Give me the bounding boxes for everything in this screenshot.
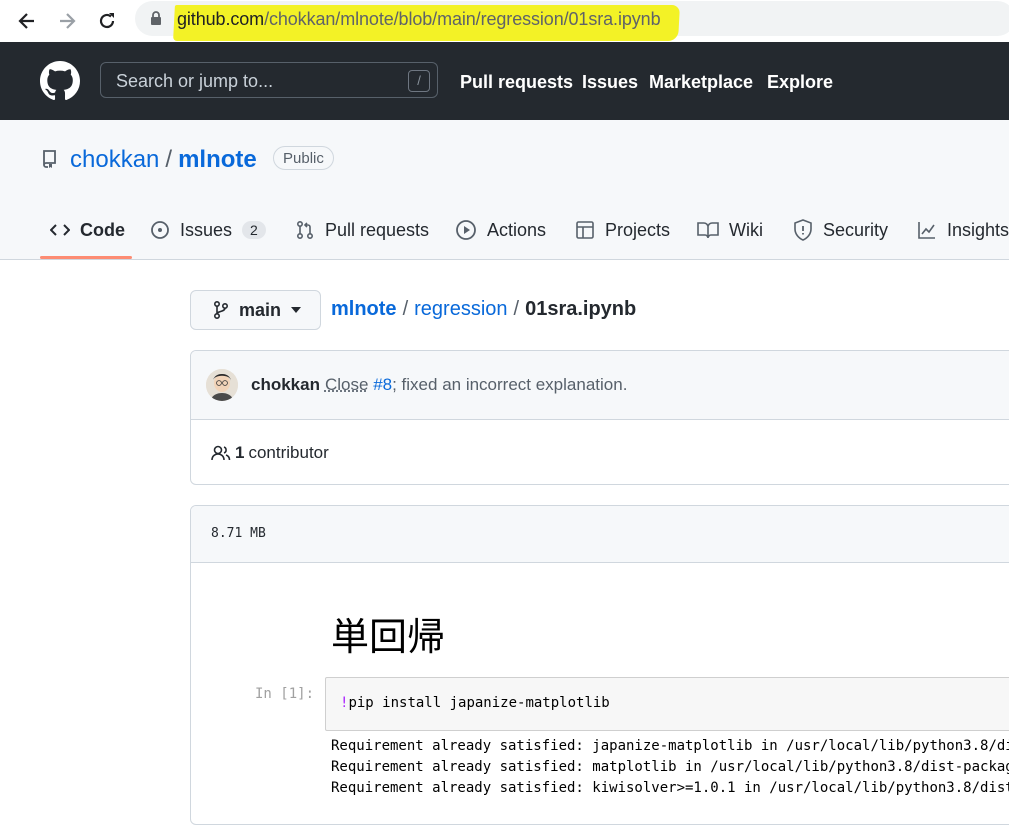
url-domain: github.com <box>177 9 264 29</box>
commit-message: chokkan Close #8; fixed an incorrect expl… <box>251 375 627 395</box>
commit-header: chokkan Close #8; fixed an incorrect expl… <box>191 351 1009 420</box>
tab-security-label: Security <box>823 220 888 241</box>
nav-pull-requests[interactable]: Pull requests <box>460 72 573 93</box>
github-header: Search or jump to... / Pull requests Iss… <box>0 42 1009 120</box>
tab-insights-label: Insights <box>947 220 1009 241</box>
nav-explore[interactable]: Explore <box>767 72 833 93</box>
file-size: 8.71 MB <box>211 526 266 541</box>
browser-toolbar: github.com/chokkan/mlnote/blob/main/regr… <box>0 0 1009 43</box>
tab-pull-requests[interactable]: Pull requests <box>295 218 429 242</box>
notebook-viewer: 8.71 MB 単回帰 In [1]: !pip install japaniz… <box>190 505 1009 825</box>
avatar[interactable] <box>206 369 238 401</box>
tab-issues-label: Issues <box>180 220 232 241</box>
cell-prompt: In [1]: <box>255 686 314 702</box>
tab-projects-label: Projects <box>605 220 670 241</box>
people-icon <box>211 445 231 461</box>
book-icon <box>697 220 719 240</box>
tab-issues[interactable]: Issues 2 <box>150 218 266 242</box>
search-placeholder: Search or jump to... <box>116 71 273 92</box>
commit-message-rest[interactable]: ; fixed an incorrect explanation. <box>392 375 627 394</box>
graph-icon <box>917 220 937 240</box>
issue-link[interactable]: #8 <box>373 375 392 394</box>
user-photo-icon <box>206 369 238 401</box>
back-button[interactable] <box>12 6 42 36</box>
code-cell: !pip install japanize-matplotlib <box>325 677 1009 731</box>
table-icon <box>575 220 595 240</box>
reload-icon <box>97 11 117 31</box>
url-path: /chokkan/mlnote/blob/main/regression/01s… <box>264 9 660 29</box>
branch-icon <box>213 300 229 320</box>
issues-count-badge: 2 <box>242 221 266 239</box>
tab-code[interactable]: Code <box>50 218 125 242</box>
issue-icon <box>150 220 170 240</box>
nav-issues[interactable]: Issues <box>582 72 638 93</box>
search-input[interactable]: Search or jump to... / <box>100 62 438 98</box>
search-shortcut-key: / <box>408 70 430 92</box>
repo-icon <box>42 150 58 168</box>
active-tab-indicator <box>40 256 132 259</box>
contributors[interactable]: 1 contributor <box>211 443 329 463</box>
code-icon <box>50 222 70 238</box>
code-line: !pip install japanize-matplotlib <box>340 695 610 711</box>
tab-actions-label: Actions <box>487 220 546 241</box>
tab-code-label: Code <box>80 220 125 241</box>
url-text: github.com/chokkan/mlnote/blob/main/regr… <box>177 9 660 30</box>
nav-marketplace[interactable]: Marketplace <box>649 72 753 93</box>
branch-selector[interactable]: main <box>190 290 321 330</box>
tab-wiki-label: Wiki <box>729 220 763 241</box>
lock-icon <box>150 11 162 25</box>
github-logo-icon[interactable] <box>40 61 80 101</box>
chevron-down-icon <box>291 307 301 313</box>
output-line: Requirement already satisfied: japanize-… <box>331 738 1009 754</box>
address-bar[interactable]: github.com/chokkan/mlnote/blob/main/regr… <box>135 1 1009 36</box>
repo-header: chokkan / mlnote Public Code Issues 2 Pull… <box>0 120 1009 260</box>
forward-button[interactable] <box>52 6 82 36</box>
branch-name: main <box>239 300 281 321</box>
file-info-bar: 8.71 MB <box>191 506 1009 563</box>
output-line: Requirement already satisfied: kiwisolve… <box>331 780 1009 796</box>
tab-pull-requests-label: Pull requests <box>325 220 429 241</box>
visibility-badge: Public <box>273 146 334 170</box>
pull-request-icon <box>295 220 315 240</box>
commit-message-link[interactable]: Close <box>325 375 368 394</box>
breadcrumb-file: 01sra.ipynb <box>525 298 636 320</box>
tab-wiki[interactable]: Wiki <box>697 218 763 242</box>
repo-title: chokkan / mlnote <box>70 146 257 174</box>
breadcrumb: mlnote / regression/01sra.ipynb <box>331 298 636 321</box>
breadcrumb-repo[interactable]: mlnote <box>331 298 397 320</box>
breadcrumb-folder[interactable]: regression <box>414 298 507 320</box>
repo-name-link[interactable]: mlnote <box>178 146 257 173</box>
shield-icon <box>793 219 813 241</box>
repo-owner-link[interactable]: chokkan <box>70 146 159 173</box>
contributors-label: contributor <box>248 443 328 463</box>
tab-security[interactable]: Security <box>793 218 888 242</box>
latest-commit-box: chokkan Close #8; fixed an incorrect expl… <box>190 350 1009 485</box>
output-line: Requirement already satisfied: matplotli… <box>331 759 1009 775</box>
tab-insights[interactable]: Insights <box>917 218 1009 242</box>
code-command: pip install japanize-matplotlib <box>348 695 609 711</box>
reload-button[interactable] <box>92 6 122 36</box>
play-icon <box>455 219 477 241</box>
contributors-count: 1 <box>235 443 244 463</box>
commit-author[interactable]: chokkan <box>251 375 320 394</box>
arrow-right-icon <box>57 11 77 31</box>
arrow-left-icon <box>17 11 37 31</box>
notebook-heading: 単回帰 <box>331 606 445 661</box>
tab-actions[interactable]: Actions <box>455 218 546 242</box>
tab-projects[interactable]: Projects <box>575 218 670 242</box>
